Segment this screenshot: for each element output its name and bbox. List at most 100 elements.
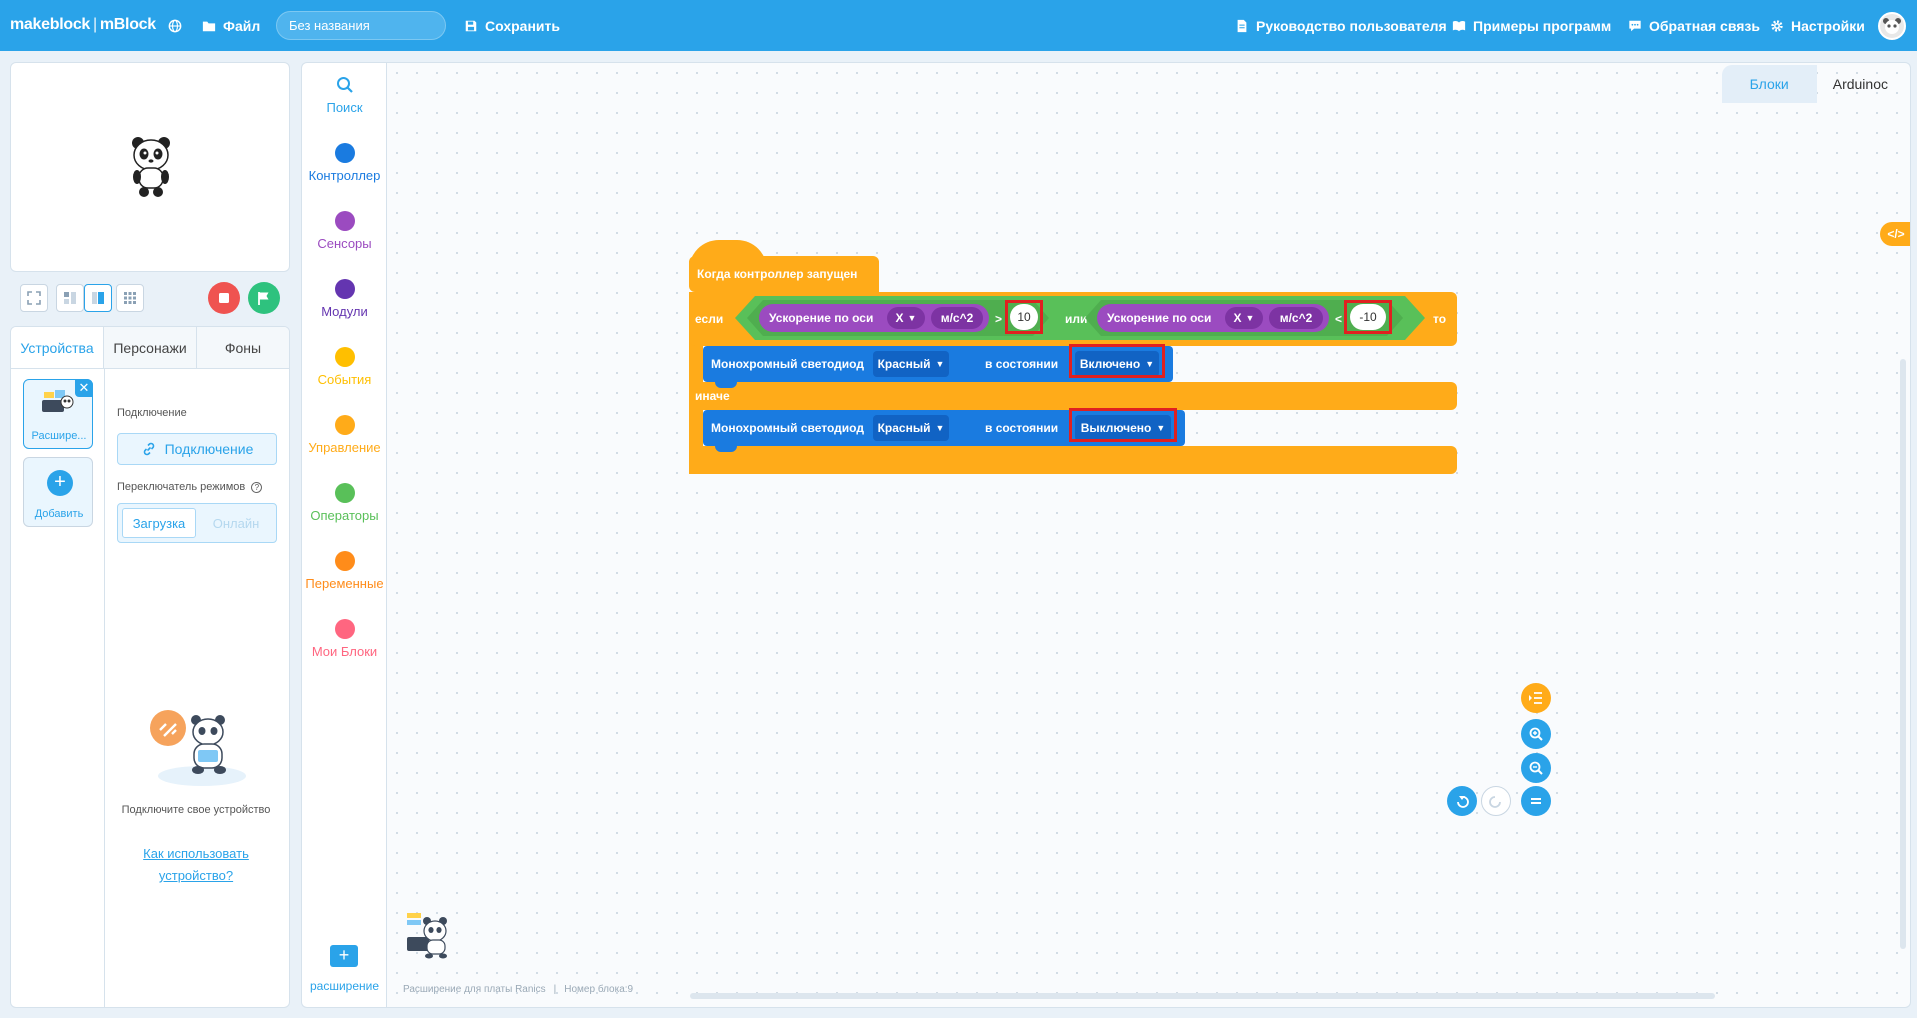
else-keyword: иначе bbox=[695, 389, 730, 403]
category-label: Модули bbox=[321, 304, 368, 319]
how-to-use-link[interactable]: Как использовать устройство? bbox=[110, 843, 282, 887]
category-dot-icon bbox=[334, 483, 355, 503]
mblock-logo[interactable]: makeblock | mBlock bbox=[10, 16, 156, 34]
stage-preview[interactable] bbox=[10, 62, 290, 272]
category-my-blocks[interactable]: Мои Блоки bbox=[302, 619, 387, 659]
language-button[interactable] bbox=[168, 0, 182, 51]
category-controller[interactable]: Контроллер bbox=[302, 143, 387, 183]
green-flag-button[interactable] bbox=[248, 282, 280, 314]
mode-live-option[interactable]: Онлайн bbox=[200, 508, 272, 538]
state-label: в состоянии bbox=[985, 357, 1059, 371]
examples-link[interactable]: Примеры программ bbox=[1452, 0, 1611, 51]
category-search[interactable]: Поиск bbox=[302, 75, 387, 115]
if-else-block[interactable]: если то иначе или Ускорение по оси X ▼ м/… bbox=[689, 292, 1457, 474]
redo-icon bbox=[1489, 796, 1501, 808]
save-button[interactable]: Сохранить bbox=[464, 0, 560, 51]
code-panel-toggle[interactable]: </> bbox=[1880, 222, 1910, 246]
unit-value: м/с^2 bbox=[1279, 311, 1313, 325]
search-icon bbox=[336, 77, 353, 93]
tab-devices[interactable]: Устройства bbox=[11, 327, 104, 368]
device-list: Расшире... ✕ + Добавить bbox=[11, 369, 105, 1007]
user-avatar[interactable] bbox=[1878, 12, 1906, 40]
axis-dropdown[interactable]: X ▼ bbox=[887, 307, 925, 329]
category-label: Сенсоры bbox=[317, 236, 372, 251]
acceleration-reporter-x-2[interactable]: Ускорение по оси X ▼ м/с^2 bbox=[1097, 304, 1329, 332]
small-stage-button[interactable] bbox=[56, 284, 84, 312]
acceleration-reporter-x[interactable]: Ускорение по оси X ▼ м/с^2 bbox=[759, 304, 989, 332]
vertical-scrollbar[interactable] bbox=[1900, 359, 1906, 949]
when-controller-starts-block[interactable]: Когда контроллер запущен bbox=[689, 240, 879, 292]
flag-icon bbox=[258, 292, 269, 305]
unit-dropdown[interactable]: м/с^2 bbox=[931, 307, 983, 329]
extension-label[interactable]: расширение bbox=[302, 979, 387, 993]
settings-menu[interactable]: Настройки bbox=[1770, 0, 1865, 51]
category-dot-icon bbox=[334, 279, 355, 299]
fullscreen-icon bbox=[27, 291, 41, 305]
user-guide-link[interactable]: Руководство пользователя bbox=[1235, 0, 1447, 51]
category-variables[interactable]: Переменные bbox=[302, 551, 387, 591]
top-bar: makeblock|mBlock Файл Сохранить Руководс… bbox=[0, 0, 1917, 51]
color-dropdown[interactable]: Красный ▼ bbox=[873, 415, 949, 441]
category-operators[interactable]: Операторы bbox=[302, 483, 387, 523]
grid-view-button[interactable] bbox=[116, 284, 144, 312]
mode-switch-label: Переключатель режимов ? bbox=[117, 481, 263, 493]
gear-icon bbox=[1771, 19, 1783, 32]
panda-avatar-icon bbox=[1880, 14, 1904, 38]
layout-normal-icon bbox=[92, 292, 104, 304]
category-label: Мои Блоки bbox=[311, 644, 378, 659]
normal-stage-button[interactable] bbox=[84, 284, 112, 312]
file-menu[interactable]: Файл bbox=[202, 0, 260, 51]
add-device-button[interactable]: + Добавить bbox=[23, 457, 93, 527]
script-workspace[interactable]: Блоки Arduinoc </> Расширение для платы … bbox=[386, 62, 1911, 1008]
horizontal-scrollbar[interactable] bbox=[690, 993, 1715, 999]
redo-button[interactable] bbox=[1481, 786, 1511, 816]
dropdown-arrow-icon: ▼ bbox=[907, 313, 917, 323]
hat-label: Когда контроллер запущен bbox=[697, 267, 858, 281]
category-events[interactable]: События bbox=[302, 347, 387, 387]
fullscreen-button[interactable] bbox=[20, 284, 48, 312]
block-notch bbox=[715, 380, 737, 388]
connect-button[interactable]: Подключение bbox=[117, 433, 277, 465]
state-label: в состоянии bbox=[985, 421, 1059, 435]
mode-upload-option[interactable]: Загрузка bbox=[122, 508, 196, 538]
plus-icon: + bbox=[47, 470, 73, 496]
category-control[interactable]: Управление bbox=[302, 415, 387, 455]
unit-dropdown[interactable]: м/с^2 bbox=[1269, 307, 1323, 329]
device-card-ranics[interactable]: Расшире... ✕ bbox=[23, 379, 93, 449]
block-notch bbox=[715, 444, 737, 452]
axis-value: X bbox=[1233, 311, 1242, 325]
project-name-input[interactable] bbox=[276, 11, 446, 40]
if-keyword: если bbox=[695, 312, 724, 326]
zoom-in-icon bbox=[1529, 727, 1543, 741]
extension-button[interactable]: + bbox=[330, 945, 358, 967]
file-menu-label: Файл bbox=[223, 17, 261, 34]
tab-blocks[interactable]: Блоки bbox=[1721, 65, 1817, 103]
tab-arduino-code[interactable]: Arduinoc bbox=[1817, 65, 1904, 103]
tab-backgrounds[interactable]: Фоны bbox=[197, 327, 289, 368]
close-icon[interactable]: ✕ bbox=[75, 379, 93, 397]
zoom-in-button[interactable] bbox=[1521, 719, 1551, 749]
led-off-command-block[interactable]: Монохромный светодиод Красный ▼ в состоян… bbox=[703, 408, 1185, 452]
connect-button-label: Подключение bbox=[164, 441, 254, 457]
zoom-out-button[interactable] bbox=[1521, 753, 1551, 783]
logo-product: mBlock bbox=[99, 16, 156, 33]
zoom-reset-button[interactable] bbox=[1521, 786, 1551, 816]
tab-sprites[interactable]: Персонажи bbox=[104, 327, 197, 368]
undo-button[interactable] bbox=[1447, 786, 1477, 816]
category-sensors[interactable]: Сенсоры bbox=[302, 211, 387, 251]
led-on-command-block[interactable]: Монохромный светодиод Красный ▼ в состоян… bbox=[703, 344, 1173, 388]
color-dropdown[interactable]: Красный ▼ bbox=[873, 351, 949, 377]
panda-connect-illustration bbox=[150, 710, 246, 786]
category-modules[interactable]: Модули bbox=[302, 279, 387, 319]
clean-up-button[interactable] bbox=[1521, 683, 1551, 713]
stop-button[interactable] bbox=[208, 282, 240, 314]
then-keyword: то bbox=[1433, 312, 1447, 326]
folder-icon bbox=[202, 21, 216, 31]
axis-dropdown[interactable]: X ▼ bbox=[1225, 307, 1263, 329]
connect-hint-text: Подключите свое устройство bbox=[121, 804, 271, 816]
status-bar: Расширение для платы Ranics | Номер блока:… bbox=[403, 984, 634, 995]
help-icon[interactable]: ? bbox=[251, 482, 263, 493]
highlight-box bbox=[1069, 344, 1165, 378]
examples-label: Примеры программ bbox=[1473, 17, 1612, 34]
feedback-link[interactable]: Обратная связь bbox=[1628, 0, 1760, 51]
